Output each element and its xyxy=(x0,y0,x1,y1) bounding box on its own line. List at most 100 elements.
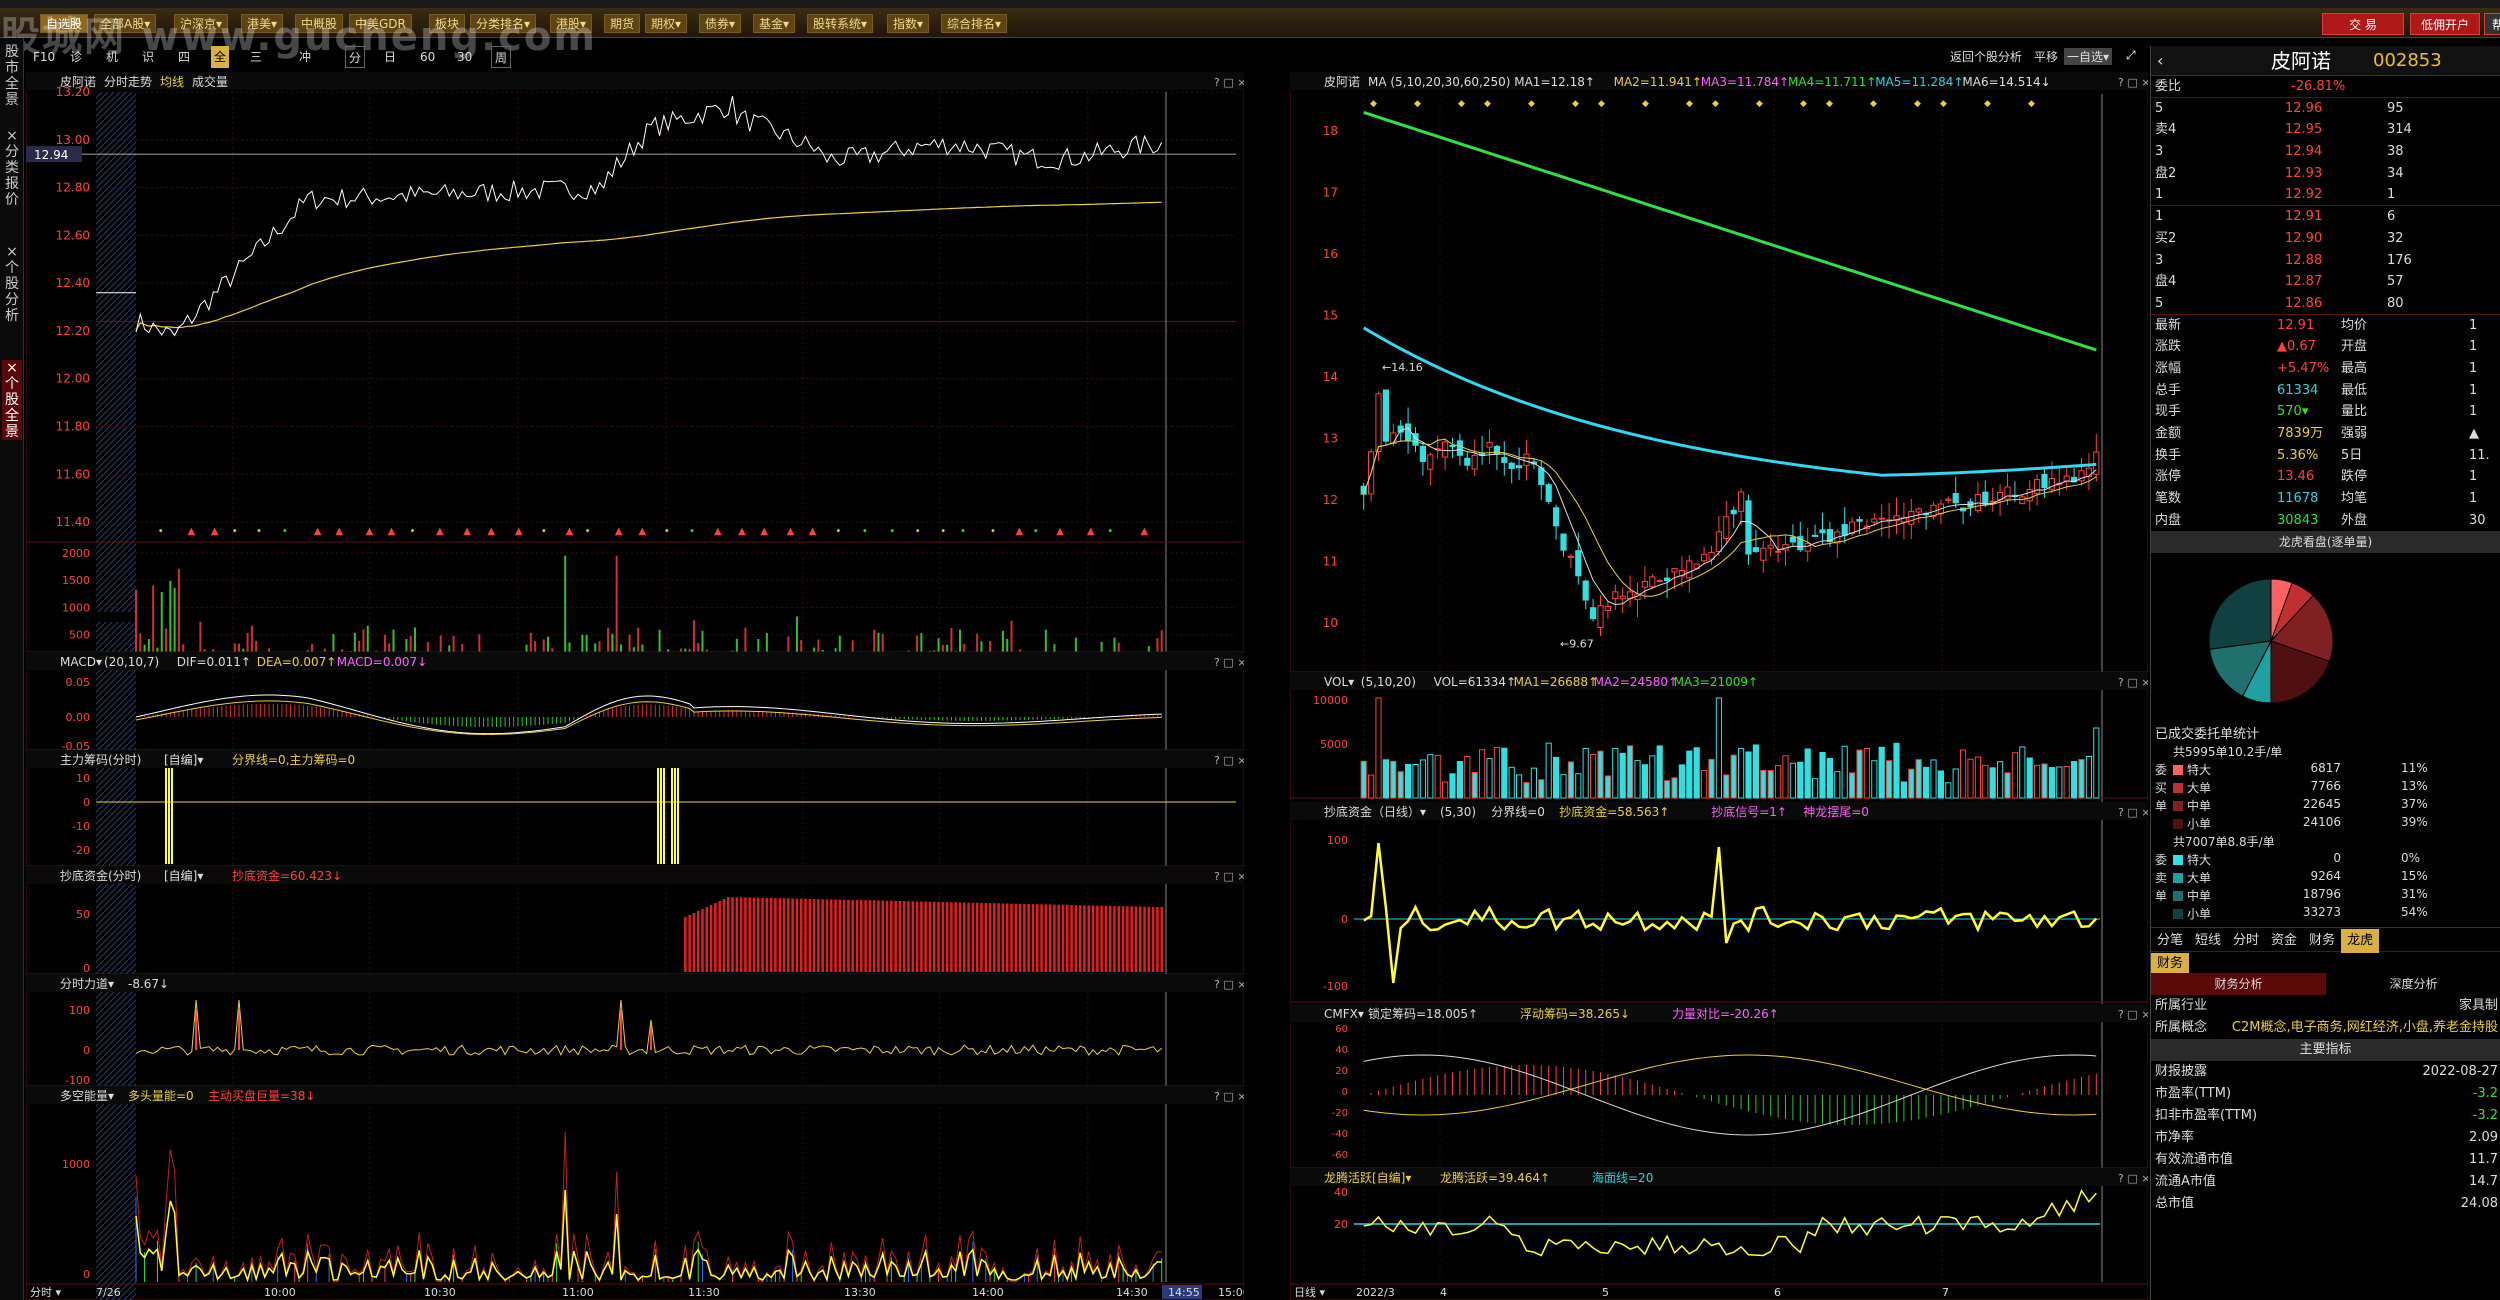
fin-row-2-key: 扣非市盈率(TTM) xyxy=(2155,1108,2258,1124)
buy-row-2: 单 中单 22645 37% xyxy=(2151,797,2500,815)
ask-row-3: 盘2 12.93 34 xyxy=(2151,163,2500,185)
toolbar-tab-5[interactable]: 全景 xyxy=(211,46,230,86)
kcdzj-tick-1: 0 xyxy=(1341,913,1348,926)
top-diamond-9: ◆ xyxy=(1712,99,1719,109)
signal-mark-31: • xyxy=(940,526,946,537)
candle-body-6 xyxy=(1405,423,1412,441)
toolbar-tab-9[interactable]: 日线 xyxy=(381,46,399,86)
toolbar-tab-8[interactable]: 分时 xyxy=(345,46,366,87)
bottom-tab-1[interactable]: 短线 xyxy=(2189,929,2227,953)
expand-icon[interactable]: ⤢ xyxy=(2126,48,2136,63)
fin-subtab-0[interactable]: 财务分析 xyxy=(2151,973,2326,996)
kcdzj-header-label-1: (5,30) xyxy=(1440,805,1476,819)
current-price-label: 12.94 xyxy=(34,148,68,162)
intraday-header-label-3: 成交量 xyxy=(192,74,228,89)
signal-mark-29: • xyxy=(889,526,895,537)
kvol-bar-45 xyxy=(1693,747,1700,799)
fsld-header-label-0: 分时力道▾ xyxy=(60,977,114,991)
stat-row-1-cell-3: 1 xyxy=(2469,339,2478,355)
intraday-chart-panel[interactable]: 皮阿诺 分时走势 均线 成交量? □ ×13.2013.0012.8012.6012.… xyxy=(26,72,1244,1300)
cdzj-tick-1: 0 xyxy=(83,962,90,975)
bottom-tab-2[interactable]: 分时 xyxy=(2227,929,2265,953)
bottom-tab-0[interactable]: 分笔 xyxy=(2151,929,2189,953)
time-label-0: 7/26 xyxy=(96,1286,121,1299)
side-tab-0[interactable]: 股市全景 xyxy=(2,44,22,108)
menu-item-14[interactable]: 指数▾ xyxy=(887,14,930,33)
help-button[interactable]: 帮助 xyxy=(2484,13,2500,35)
zlcm-header-label-2: 分界线=0,主力筹码=0 xyxy=(232,753,355,767)
kvol-bar-53 xyxy=(1752,744,1759,799)
time-label-5: 13:30 xyxy=(844,1286,876,1299)
kvol-bar-83 xyxy=(1974,756,1981,799)
fsld-header-controls: ? □ × xyxy=(1214,978,1244,991)
fin-row-1-val: -3.2 xyxy=(2472,1086,2498,1102)
toolbar-tab-6[interactable]: 三分钟 xyxy=(247,46,265,108)
fin-row-3-val: 2.09 xyxy=(2469,1130,2498,1146)
bid-row-1: 买2 12.90 32 xyxy=(2151,228,2500,250)
fin-row-4: 有效流通市值 11.7 xyxy=(2151,1149,2500,1171)
signal-mark-39: ▲ xyxy=(1141,526,1149,537)
menu-item-12[interactable]: 基金▾ xyxy=(753,14,796,33)
toolbar-tab-3[interactable]: 识图 xyxy=(139,46,157,86)
kvol-bar-35 xyxy=(1619,752,1626,799)
side-tab-2[interactable]: × 个股分析 xyxy=(2,244,22,324)
kvol-bar-87 xyxy=(2004,772,2011,799)
bid-row-2: 3 12.88 176 xyxy=(2151,250,2500,272)
toolbar-tab-4[interactable]: 四度 xyxy=(175,46,193,86)
cdzj-header: 抄底资金(分时) [自编]▾ 抄底资金=60.423↓ ? □ × xyxy=(26,866,1244,884)
signal-mark-18: ▲ xyxy=(615,526,623,537)
menu-item-13[interactable]: 股转系统▾ xyxy=(807,14,874,33)
flat-button[interactable]: 平移 xyxy=(2034,48,2058,65)
menu-item-15[interactable]: 综合排名▾ xyxy=(941,14,1008,33)
wei-bi-row: 委比 -26.81% xyxy=(2151,76,2500,98)
cdzj-tick-0: 50 xyxy=(76,908,90,921)
menu-item-11[interactable]: 债券▾ xyxy=(699,14,742,33)
kvol-tick-0: 10000 xyxy=(1313,694,1348,707)
signal-mark-37: ▲ xyxy=(1087,526,1095,537)
signal-mark-25: ▲ xyxy=(787,526,795,537)
back-to-analysis-button[interactable]: 返回个股分析 xyxy=(1950,48,2022,65)
stat-row-0: 最新 12.91 均价 1 xyxy=(2151,315,2500,337)
menu-item-9[interactable]: 期货 xyxy=(604,14,641,33)
side-tab-3[interactable]: × 个股全景 xyxy=(2,360,22,440)
sell-pct-3: 54% xyxy=(2401,905,2428,920)
back-arrow-icon[interactable]: ‹ xyxy=(2157,46,2163,76)
kvol-bar-5 xyxy=(1397,771,1404,799)
fin-row-1-key: 市盈率(TTM) xyxy=(2155,1086,2232,1102)
bid-row-4-cell-1: 12.86 xyxy=(2285,295,2323,311)
trade-button[interactable]: 交 易 xyxy=(2322,13,2404,35)
side-tab-1[interactable]: × 分类报价 xyxy=(2,128,22,208)
bottom-tab-3[interactable]: 资金 xyxy=(2265,929,2303,953)
open-account-button[interactable]: 低佣开户 xyxy=(2410,13,2480,35)
time-label-6: 14:00 xyxy=(972,1286,1004,1299)
vol-header-label-2: VOL=61334↑ xyxy=(1434,675,1516,689)
toolbar-tab-2[interactable]: 机构 xyxy=(103,46,121,86)
stat-row-7-cell-3: 1 xyxy=(2469,469,2478,485)
daily-kline-panel[interactable]: 皮阿诺 MA (5,10,20,30,60,250) MA1=12.18↑ MA2=… xyxy=(1290,72,2148,1300)
candle-body-31 xyxy=(1590,607,1597,620)
toolbar-tab-7[interactable]: 冲击波 xyxy=(296,46,314,108)
toolbar-tab-1[interactable]: 诊股 xyxy=(67,46,85,86)
stat-row-6-cell-1: 5.36% xyxy=(2277,447,2319,463)
bottom-tab-4[interactable]: 财务 xyxy=(2303,929,2341,953)
fin-tab[interactable]: 财务 xyxy=(2151,953,2190,976)
menu-item-10[interactable]: 期权▾ xyxy=(645,14,688,33)
bottom-tab-5[interactable]: 龙虎 xyxy=(2341,929,2380,954)
fsld-tick-2: -100 xyxy=(65,1074,90,1087)
toolbar-tab-12[interactable]: 周线▾ xyxy=(491,46,512,109)
kvol-bar-10 xyxy=(1434,754,1441,799)
group-select[interactable]: 一自选▾ xyxy=(2064,48,2113,65)
sell-pct-1: 15% xyxy=(2401,869,2428,884)
toolbar-tab-10[interactable]: 60分 xyxy=(417,46,438,86)
candle-body-98 xyxy=(2085,467,2092,478)
fin-subtab-1[interactable]: 深度分析 xyxy=(2326,973,2500,995)
kvol-bar-20 xyxy=(1508,766,1515,799)
vol-tick-1: 1500 xyxy=(62,574,90,587)
bid-row-0-cell-2: 6 xyxy=(2387,209,2396,225)
kvol-bar-93 xyxy=(2048,767,2055,799)
stat-row-7-cell-0: 涨停 xyxy=(2155,469,2182,485)
kvol-bar-98 xyxy=(2085,755,2092,799)
toolbar-tab-11[interactable]: 30分 xyxy=(454,46,475,86)
toolbar-tab-0[interactable]: F10 xyxy=(30,46,58,68)
macd-header-controls: ? □ × xyxy=(1214,656,1244,669)
